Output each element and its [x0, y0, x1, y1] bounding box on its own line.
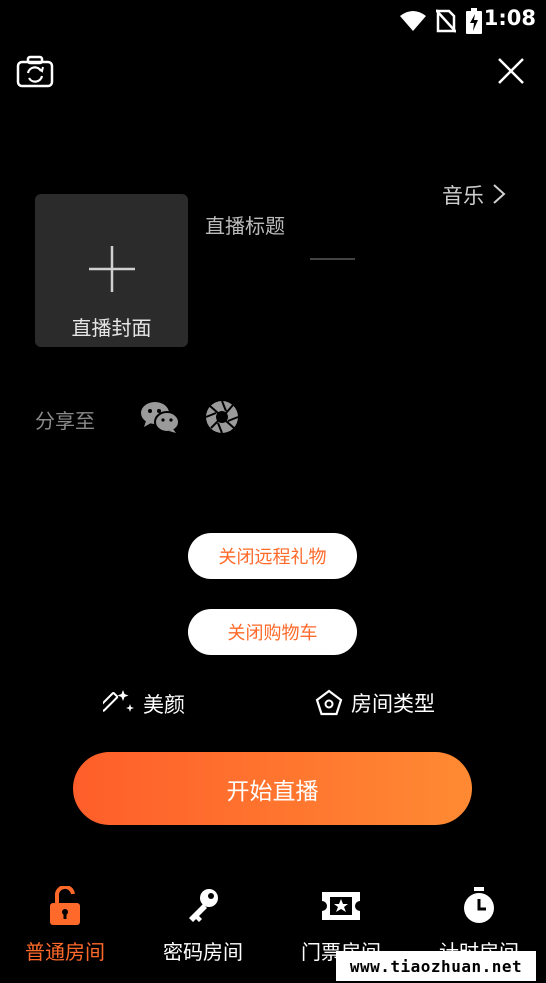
cover-picker[interactable]: 直播封面: [35, 194, 188, 347]
beauty-button[interactable]: 美颜: [103, 688, 185, 720]
tab-label: 密码房间: [163, 940, 243, 964]
battery-charging-icon: [466, 8, 482, 34]
room-type-button[interactable]: 房间类型: [315, 688, 435, 718]
tab-normal-room[interactable]: 普通房间: [5, 884, 125, 965]
no-sim-icon: [436, 9, 456, 33]
music-label: 音乐: [442, 184, 484, 208]
chevron-right-icon: [493, 184, 506, 204]
pentagon-icon: [315, 689, 343, 716]
status-icons: [400, 8, 482, 34]
status-bar: 1:08: [0, 0, 546, 42]
unlock-icon: [50, 886, 80, 925]
title-underline: [310, 258, 355, 260]
start-live-button[interactable]: 开始直播: [73, 752, 472, 825]
tab-label: 普通房间: [25, 940, 105, 964]
moments-icon[interactable]: [205, 400, 239, 434]
close-icon[interactable]: [496, 56, 526, 86]
magic-wand-icon: [103, 690, 134, 712]
ticket-icon: [322, 892, 360, 920]
status-time: 1:08: [483, 6, 536, 30]
room-type-label: 房间类型: [351, 692, 435, 716]
beauty-label: 美颜: [143, 693, 185, 717]
cart-toggle[interactable]: 关闭购物车: [188, 609, 357, 655]
timer-icon: [464, 887, 494, 923]
wifi-icon: [400, 11, 426, 31]
camera-switch-icon[interactable]: [16, 55, 54, 89]
plus-icon: [89, 246, 135, 292]
watermark: www.tiaozhuan.net: [336, 951, 536, 981]
wechat-icon[interactable]: [140, 400, 180, 434]
cover-label: 直播封面: [71, 316, 152, 340]
remote-gift-toggle[interactable]: 关闭远程礼物: [188, 533, 357, 579]
share-label: 分享至: [35, 409, 95, 433]
tab-password-room[interactable]: 密码房间: [143, 884, 263, 965]
music-button[interactable]: 音乐: [442, 180, 484, 210]
key-icon: [189, 889, 218, 922]
title-input[interactable]: 直播标题: [205, 210, 285, 239]
